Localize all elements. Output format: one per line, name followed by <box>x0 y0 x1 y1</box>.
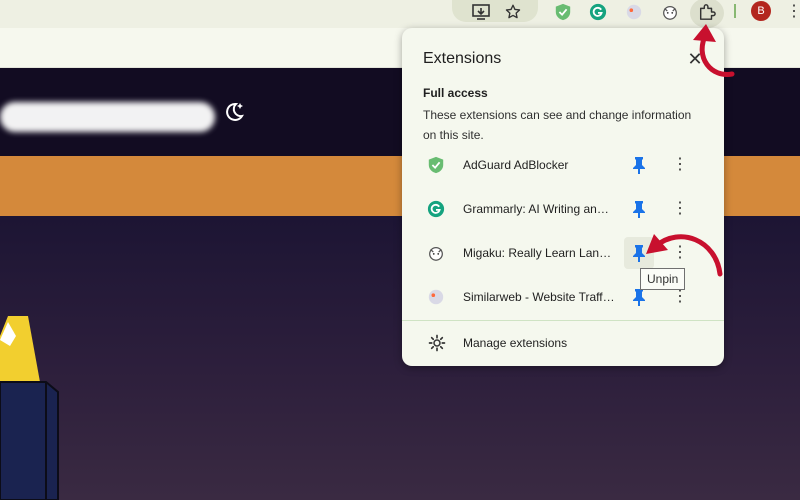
grammarly-icon <box>426 199 446 219</box>
browser-menu-button[interactable]: ⋮ <box>786 2 800 22</box>
full-access-description: These extensions can see and change info… <box>423 108 692 142</box>
browser-toolbar: B ⋮ <box>0 0 800 28</box>
migaku-toolbar-icon[interactable] <box>659 2 681 22</box>
extension-name: Migaku: Really Learn Languages <box>463 246 615 260</box>
pin-button[interactable] <box>624 193 654 225</box>
extension-name: Grammarly: AI Writing and Grammar Checke… <box>463 202 615 216</box>
extension-name: Similarweb - Website Traffic & SEO Check… <box>463 290 615 304</box>
more-options-button[interactable]: ⋮ <box>670 153 690 177</box>
gear-icon <box>428 334 446 352</box>
pin-icon <box>633 289 645 306</box>
pin-button[interactable] <box>624 149 654 181</box>
extension-row-adguard[interactable]: AdGuard AdBlocker ⋮ <box>402 143 724 187</box>
omnibox-end[interactable] <box>452 0 538 22</box>
similarweb-icon <box>426 287 446 307</box>
adguard-toolbar-icon[interactable] <box>552 2 574 22</box>
adguard-shield-icon <box>426 155 446 175</box>
pin-icon <box>633 201 645 218</box>
migaku-icon <box>426 243 446 263</box>
extension-name: AdGuard AdBlocker <box>463 158 569 172</box>
extensions-puzzle-icon[interactable] <box>696 2 718 22</box>
grammarly-toolbar-icon[interactable] <box>587 2 609 22</box>
toolbar-separator <box>734 4 736 18</box>
install-app-icon[interactable] <box>470 2 492 22</box>
extensions-popup: Extensions ✕ Full access These extension… <box>402 28 724 366</box>
pin-button[interactable] <box>624 237 654 269</box>
close-icon[interactable]: ✕ <box>686 50 704 68</box>
more-options-button[interactable]: ⋮ <box>670 241 690 265</box>
popup-title: Extensions <box>423 50 502 67</box>
manage-extensions-row[interactable]: Manage extensions <box>402 324 724 364</box>
popup-divider <box>402 320 724 321</box>
theme-toggle-icon[interactable] <box>222 100 246 124</box>
blurred-site-logo <box>0 102 215 132</box>
more-options-button[interactable]: ⋮ <box>670 197 690 221</box>
full-access-heading: Full access <box>423 86 488 100</box>
unpin-tooltip: Unpin <box>640 268 686 290</box>
pin-icon <box>633 157 645 174</box>
manage-extensions-label: Manage extensions <box>463 336 568 350</box>
extension-row-grammarly[interactable]: Grammarly: AI Writing and Grammar Checke… <box>402 187 724 231</box>
similarweb-toolbar-icon[interactable] <box>623 2 645 22</box>
pencil-illustration-icon <box>0 316 59 500</box>
bookmark-star-icon[interactable] <box>502 2 524 22</box>
profile-avatar[interactable]: B <box>751 1 771 21</box>
pin-icon <box>633 245 645 262</box>
